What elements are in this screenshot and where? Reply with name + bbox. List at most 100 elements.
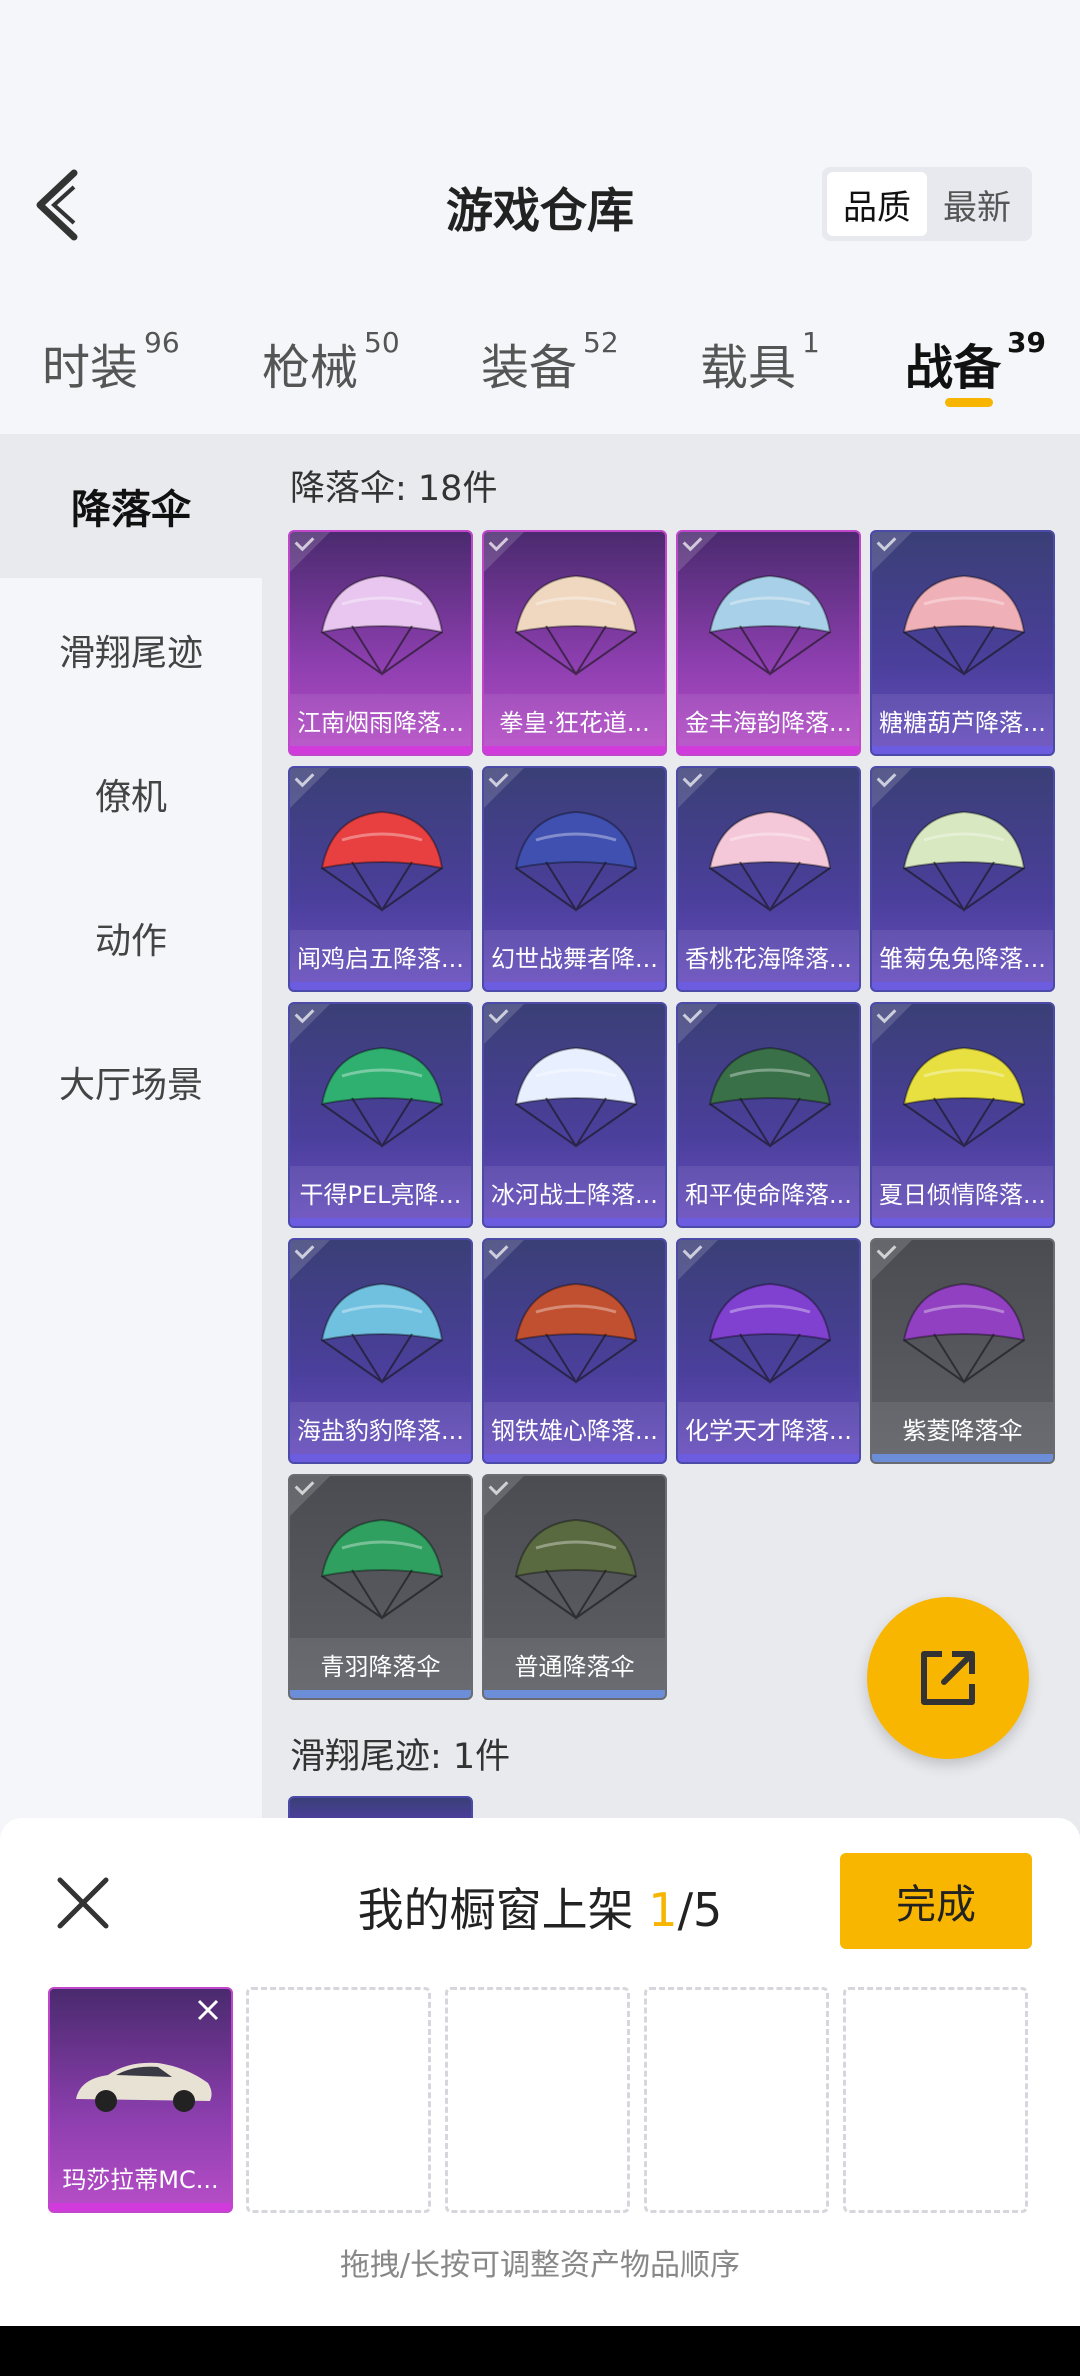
showcase-count-total: /5: [677, 1883, 723, 1937]
sidebar-item-emote[interactable]: 动作: [0, 866, 262, 1010]
tab-label: 载具: [700, 340, 797, 396]
item-name: 冰河战士降落...: [484, 1166, 665, 1218]
parachute-item-card[interactable]: 糖糖葫芦降落...: [870, 530, 1055, 756]
parachute-item-card[interactable]: 钢铁雄心降落...: [482, 1238, 667, 1464]
tab-battle-prep[interactable]: 战备 39: [905, 326, 1046, 398]
sidebar-item-wingman[interactable]: 僚机: [0, 722, 262, 866]
parachute-item-card[interactable]: 普通降落伞: [482, 1474, 667, 1700]
done-button[interactable]: 完成: [840, 1853, 1032, 1949]
parachute-item-card[interactable]: 紫菱降落伞: [870, 1238, 1055, 1464]
tab-guns[interactable]: 枪械 50: [262, 326, 400, 398]
item-name: 普通降落伞: [484, 1638, 665, 1690]
active-tab-indicator: [945, 398, 993, 407]
parachute-icon: [708, 1282, 832, 1384]
tab-count: 50: [364, 326, 400, 359]
rarity-bar: [872, 1218, 1053, 1226]
item-name: 香桃花海降落...: [678, 930, 859, 982]
parachute-item-card[interactable]: 香桃花海降落...: [676, 766, 861, 992]
tab-label: 战备: [905, 340, 1002, 396]
parachute-item-card[interactable]: 夏日倾情降落...: [870, 1002, 1055, 1228]
item-name: 化学天才降落...: [678, 1402, 859, 1454]
item-name: 拳皇·狂花道...: [484, 694, 665, 746]
showcase-slot-5[interactable]: [843, 1987, 1028, 2213]
parachute-icon: [514, 574, 638, 676]
showcase-slot-2[interactable]: [246, 1987, 431, 2213]
parachute-icon: [320, 1046, 444, 1148]
parachute-item-card[interactable]: 江南烟雨降落...: [288, 530, 473, 756]
rarity-bar: [290, 746, 471, 754]
sidebar-item-lobby-scene[interactable]: 大厅场景: [0, 1010, 262, 1154]
parachute-item-card[interactable]: 海盐豹豹降落...: [288, 1238, 473, 1464]
parachute-icon: [320, 810, 444, 912]
item-name: 金丰海韵降落...: [678, 694, 859, 746]
parachute-item-card[interactable]: 青羽降落伞: [288, 1474, 473, 1700]
sidebar-item-parachute[interactable]: 降落伞: [0, 434, 262, 578]
showcase-slot-1[interactable]: 玛莎拉蒂MC...: [48, 1987, 233, 2213]
item-name: 干得PEL亮降...: [290, 1166, 471, 1218]
parachute-icon: [708, 810, 832, 912]
sidebar-item-trail[interactable]: 滑翔尾迹: [0, 578, 262, 722]
parachute-icon: [514, 810, 638, 912]
tab-gear[interactable]: 装备 52: [481, 326, 619, 398]
tab-count: 1: [802, 326, 820, 359]
parachute-item-card[interactable]: 和平使命降落...: [676, 1002, 861, 1228]
remove-icon[interactable]: [193, 1995, 223, 2025]
parachute-icon: [902, 574, 1026, 676]
system-nav-bar: [0, 2326, 1080, 2376]
parachute-item-card[interactable]: 冰河战士降落...: [482, 1002, 667, 1228]
parachute-item-card[interactable]: 干得PEL亮降...: [288, 1002, 473, 1228]
showcase-title-text: 我的橱窗上架: [357, 1883, 649, 1937]
app-root: { "header": {"title": "游戏仓库", "sort_qual…: [0, 0, 1080, 2376]
rarity-bar: [484, 982, 665, 990]
rarity-bar: [484, 1218, 665, 1226]
sort-toggle: 品质 最新: [822, 167, 1032, 241]
parachute-icon: [514, 1518, 638, 1620]
showcase-slot-3[interactable]: [445, 1987, 630, 2213]
tab-vehicles[interactable]: 载具 1: [700, 326, 820, 398]
rarity-bar: [872, 1454, 1053, 1462]
share-icon: [921, 1651, 975, 1705]
parachute-item-card[interactable]: 闻鸡启五降落...: [288, 766, 473, 992]
parachute-icon: [902, 810, 1026, 912]
parachute-icon: [320, 1518, 444, 1620]
parachute-item-card[interactable]: 拳皇·狂花道...: [482, 530, 667, 756]
tab-label: 时装: [42, 340, 139, 396]
item-name: 江南烟雨降落...: [290, 694, 471, 746]
showcase-slot-4[interactable]: [644, 1987, 829, 2213]
item-name: 紫菱降落伞: [872, 1402, 1053, 1454]
rarity-bar: [872, 746, 1053, 754]
parachute-icon: [902, 1282, 1026, 1384]
sort-newest-button[interactable]: 最新: [927, 172, 1027, 236]
parachute-icon: [902, 1046, 1026, 1148]
item-name: 钢铁雄心降落...: [484, 1402, 665, 1454]
parachute-item-card[interactable]: 雏菊兔兔降落...: [870, 766, 1055, 992]
slot-item-label: 玛莎拉蒂MC...: [62, 2165, 219, 2194]
parachute-item-card[interactable]: 化学天才降落...: [676, 1238, 861, 1464]
tab-fashion[interactable]: 时装 96: [42, 326, 180, 398]
sidebar: 降落伞 滑翔尾迹 僚机 动作 大厅场景: [0, 434, 262, 1994]
reorder-hint: 拖拽/长按可调整资产物品顺序: [339, 2248, 741, 2283]
parachute-item-card[interactable]: 幻世战舞者降...: [482, 766, 667, 992]
sort-quality-button[interactable]: 品质: [827, 172, 927, 236]
parachute-icon: [320, 574, 444, 676]
item-name: 雏菊兔兔降落...: [872, 930, 1053, 982]
rarity-bar: [484, 1690, 665, 1698]
share-button[interactable]: [867, 1597, 1029, 1759]
item-name: 幻世战舞者降...: [484, 930, 665, 982]
parachute-icon: [708, 574, 832, 676]
item-name: 糖糖葫芦降落...: [872, 694, 1053, 746]
tab-count: 96: [144, 326, 180, 359]
parachute-icon: [708, 1046, 832, 1148]
rarity-bar: [290, 982, 471, 990]
parachute-icon: [320, 1282, 444, 1384]
parachute-item-card[interactable]: 金丰海韵降落...: [676, 530, 861, 756]
tab-count: 39: [1007, 326, 1046, 359]
item-name: 夏日倾情降落...: [872, 1166, 1053, 1218]
showcase-count-current: 1: [648, 1883, 678, 1937]
rarity-bar: [872, 982, 1053, 990]
section-title-trail: 滑翔尾迹: 1件: [290, 1737, 511, 1777]
item-name: 青羽降落伞: [290, 1638, 471, 1690]
rarity-bar: [678, 1454, 859, 1462]
rarity-bar: [290, 1218, 471, 1226]
tab-label: 装备: [481, 340, 578, 396]
